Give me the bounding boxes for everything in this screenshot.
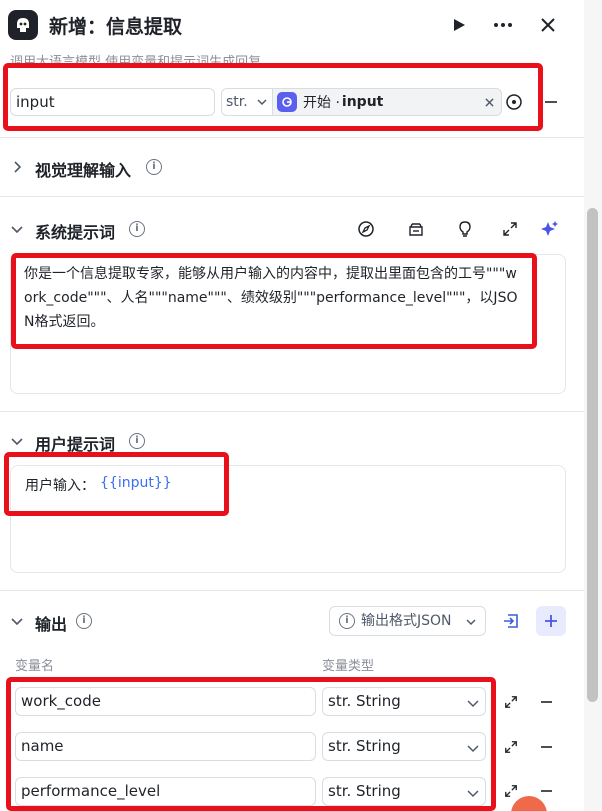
- chevron-down-icon: [257, 99, 267, 106]
- minus-icon: [545, 101, 557, 103]
- chevron-down-icon[interactable]: [10, 614, 24, 628]
- remove-row-button[interactable]: [537, 782, 555, 800]
- expand-row-button[interactable]: [502, 782, 520, 800]
- chevron-down-icon: [467, 790, 479, 798]
- column-header-type: 变量类型: [322, 659, 375, 674]
- more-button[interactable]: [490, 12, 516, 38]
- output-format-label: 输出格式JSON: [361, 613, 452, 629]
- start-node-icon: [277, 92, 297, 112]
- minus-icon: [540, 701, 552, 703]
- remove-row-button[interactable]: [537, 738, 555, 756]
- input-param-reference[interactable]: 开始 · input: [272, 88, 502, 116]
- import-output-button[interactable]: [496, 606, 526, 636]
- output-var-type-select[interactable]: str. String: [322, 687, 486, 716]
- page-title: 新增：信息提取: [49, 16, 183, 38]
- info-icon: i: [339, 613, 355, 629]
- scrollbar-thumb[interactable]: [587, 208, 598, 702]
- output-title: 输出: [35, 615, 68, 634]
- expand-icon: [503, 222, 517, 236]
- plus-icon: [545, 615, 557, 627]
- reference-source-label: 开始 ·: [303, 95, 340, 111]
- compass-icon: [358, 221, 374, 237]
- type-label: str.: [226, 94, 248, 110]
- output-var-type-label: str. String: [328, 782, 401, 800]
- output-format-select[interactable]: i 输出格式JSON: [329, 606, 486, 636]
- input-param-name-field[interactable]: input: [10, 88, 215, 116]
- close-icon: [541, 18, 555, 32]
- chevron-down-icon: [467, 700, 479, 708]
- system-prompt-text: 你是一个信息提取专家，能够从用户输入的内容中，提取出里面包含的工号"""work…: [24, 266, 518, 330]
- column-header-name: 变量名: [15, 659, 55, 674]
- output-var-type-label: str. String: [328, 692, 401, 710]
- ai-generate-button[interactable]: [538, 217, 562, 241]
- node-config-panel: 新增：信息提取 调用大语言模型,使用变量和提示词生成回复 input str. …: [0, 0, 602, 811]
- optimize-tip-button[interactable]: [453, 217, 477, 241]
- reference-variable-label: input: [341, 94, 384, 110]
- remove-input-button[interactable]: [539, 90, 563, 114]
- user-prompt-variable: {{input}}: [100, 475, 172, 491]
- prompt-library-button[interactable]: [354, 217, 378, 241]
- chevron-right-icon[interactable]: [10, 160, 24, 174]
- more-icon: [494, 23, 512, 27]
- target-icon: [506, 94, 522, 110]
- output-var-name-field[interactable]: performance_level: [15, 777, 316, 806]
- input-param-type-select[interactable]: str.: [221, 88, 273, 116]
- panel-header: 新增：信息提取: [0, 0, 584, 54]
- run-icon: [454, 19, 465, 31]
- chevron-down-icon[interactable]: [10, 222, 24, 236]
- chevron-down-icon: [466, 619, 476, 626]
- import-icon: [504, 614, 518, 628]
- info-icon[interactable]: i: [76, 613, 92, 629]
- divider: [0, 137, 584, 138]
- expand-button[interactable]: [498, 217, 522, 241]
- app-logo-icon: [8, 10, 38, 40]
- user-prompt-text: 用户输入：: [25, 478, 95, 494]
- expand-icon: [505, 785, 517, 797]
- info-icon[interactable]: i: [129, 433, 145, 449]
- close-button[interactable]: [535, 12, 561, 38]
- divider: [0, 196, 584, 197]
- output-var-type-select[interactable]: str. String: [322, 777, 486, 806]
- expand-icon: [505, 741, 517, 753]
- template-button[interactable]: [404, 217, 428, 241]
- expand-row-button[interactable]: [502, 693, 520, 711]
- minus-icon: [540, 790, 552, 792]
- output-var-type-label: str. String: [328, 737, 401, 755]
- variable-picker-button[interactable]: [502, 90, 526, 114]
- user-prompt-title: 用户提示词: [35, 435, 116, 454]
- vision-input-title[interactable]: 视觉理解输入: [35, 157, 131, 181]
- output-var-name-field[interactable]: work_code: [15, 687, 316, 716]
- divider: [0, 411, 584, 412]
- expand-row-button[interactable]: [502, 738, 520, 756]
- chevron-down-icon[interactable]: [10, 434, 24, 448]
- library-icon: [409, 223, 423, 236]
- expand-icon: [505, 696, 517, 708]
- minus-icon: [540, 746, 552, 748]
- system-prompt-title: 系统提示词: [35, 223, 116, 242]
- divider: [0, 590, 584, 591]
- info-icon[interactable]: i: [146, 159, 162, 175]
- sparkle-icon: [541, 221, 558, 236]
- node-description: 调用大语言模型,使用变量和提示词生成回复: [10, 55, 262, 64]
- add-output-button[interactable]: [536, 606, 566, 636]
- chevron-down-icon: [467, 745, 479, 753]
- remove-row-button[interactable]: [537, 693, 555, 711]
- bulb-icon: [459, 221, 471, 237]
- clear-reference-icon[interactable]: [485, 98, 494, 107]
- run-button[interactable]: [446, 12, 472, 38]
- info-icon[interactable]: i: [129, 221, 145, 237]
- output-var-type-select[interactable]: str. String: [322, 732, 486, 761]
- output-var-name-field[interactable]: name: [15, 732, 316, 761]
